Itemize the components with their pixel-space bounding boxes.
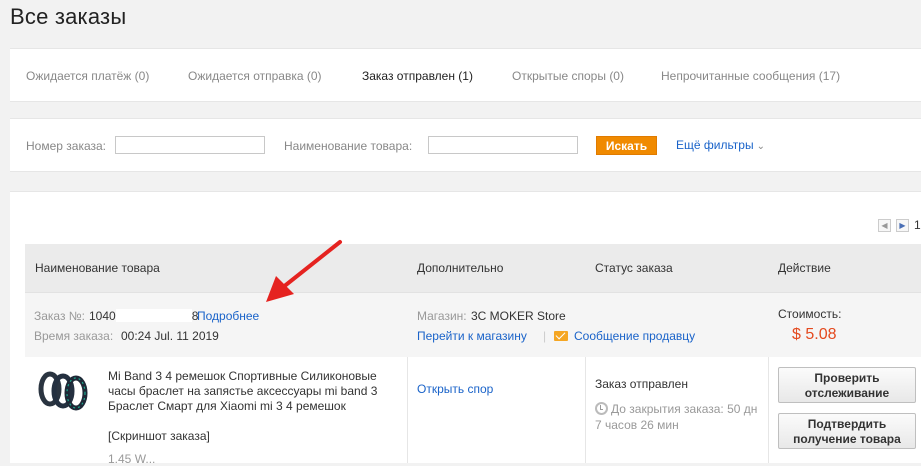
- header-product-name: Наименование товара: [35, 261, 160, 275]
- orders-table-header: Наименование товара Дополнительно Статус…: [25, 244, 921, 292]
- order-cost: $ 5.08: [792, 326, 837, 343]
- order-time-caption: Время заказа:: [34, 329, 114, 343]
- product-name-input[interactable]: [428, 136, 578, 154]
- filter-bar: Номер заказа: Наименование товара: Искат…: [10, 118, 921, 172]
- order-number-caption: Заказ №:: [34, 309, 86, 323]
- current-page: 1: [914, 218, 921, 232]
- order-close-countdown: До закрытия заказа: 50 дн 7 часов 26 мин: [595, 401, 765, 433]
- message-seller-link[interactable]: Сообщение продавцу: [554, 329, 695, 343]
- open-dispute-link[interactable]: Открыть спор: [417, 382, 493, 396]
- order-time-value: 00:24 Jul. 11 2019: [121, 329, 219, 343]
- store-name: 3C MOKER Store: [471, 309, 566, 323]
- confirm-receipt-button[interactable]: Подтвердить получение товара: [778, 413, 916, 449]
- column-divider: [585, 357, 586, 463]
- search-button[interactable]: Искать: [596, 136, 657, 155]
- product-title-link[interactable]: Mi Band 3 4 ремешок Спортивные Силиконов…: [108, 369, 398, 414]
- product-name-label: Наименование товара:: [284, 139, 413, 153]
- prev-page-button[interactable]: ◀: [878, 219, 891, 232]
- order-status-tabs: Ожидается платёж (0) Ожидается отправка …: [10, 48, 921, 102]
- cost-caption: Стоимость:: [778, 307, 842, 321]
- chevron-down-icon: ⌄: [756, 141, 765, 152]
- next-page-button[interactable]: ▶: [896, 219, 909, 232]
- header-order-status: Статус заказа: [595, 261, 673, 275]
- orders-panel: ◀ ▶ 1 Наименование товара Дополнительно …: [10, 191, 921, 466]
- message-seller-label: Сообщение продавцу: [574, 329, 696, 343]
- order-number-input[interactable]: [115, 136, 265, 154]
- order-number: 1040 8: [89, 309, 198, 323]
- link-separator: |: [543, 329, 547, 343]
- more-filters-link[interactable]: Ещё фильтры ⌄: [676, 138, 765, 152]
- redaction-mask: [115, 309, 192, 322]
- order-item-row: Mi Band 3 4 ремешок Спортивные Силиконов…: [25, 357, 921, 466]
- column-divider: [407, 357, 408, 463]
- store-caption: Магазин:: [417, 309, 467, 323]
- tab-open-disputes[interactable]: Открытые споры (0): [512, 69, 624, 83]
- order-status-text: Заказ отправлен: [595, 377, 688, 391]
- order-snapshot-link[interactable]: [Скриншот заказа]: [108, 429, 210, 443]
- item-extra-info: 1.45 W...: [108, 452, 156, 466]
- envelope-icon: [554, 331, 568, 341]
- tab-shipped[interactable]: Заказ отправлен (1): [362, 69, 473, 83]
- order-number-prefix: 1040: [89, 309, 116, 323]
- column-divider: [768, 357, 769, 463]
- check-tracking-button[interactable]: Проверить отслеживание: [778, 367, 916, 403]
- countdown-text: До закрытия заказа: 50 дн 7 часов 26 мин: [595, 402, 758, 432]
- tab-awaiting-shipment[interactable]: Ожидается отправка (0): [188, 69, 322, 83]
- annotation-arrow-icon: [266, 240, 342, 302]
- tab-awaiting-payment[interactable]: Ожидается платёж (0): [26, 69, 149, 83]
- order-details-link[interactable]: Подробнее: [197, 309, 259, 323]
- tab-unread-messages[interactable]: Непрочитанные сообщения (17): [661, 69, 840, 83]
- order-summary-row: Заказ №: 1040 8 Подробнее Время заказа: 0…: [25, 292, 921, 358]
- header-additional: Дополнительно: [417, 261, 504, 275]
- page-title: Все заказы: [10, 4, 127, 29]
- go-to-store-link[interactable]: Перейти к магазину: [417, 329, 527, 343]
- order-number-label: Номер заказа:: [26, 139, 107, 153]
- header-action: Действие: [778, 261, 831, 275]
- band-straps-icon: [38, 371, 88, 411]
- clock-icon: [595, 402, 608, 415]
- more-filters-label: Ещё фильтры: [676, 138, 754, 152]
- product-thumbnail[interactable]: [37, 367, 89, 424]
